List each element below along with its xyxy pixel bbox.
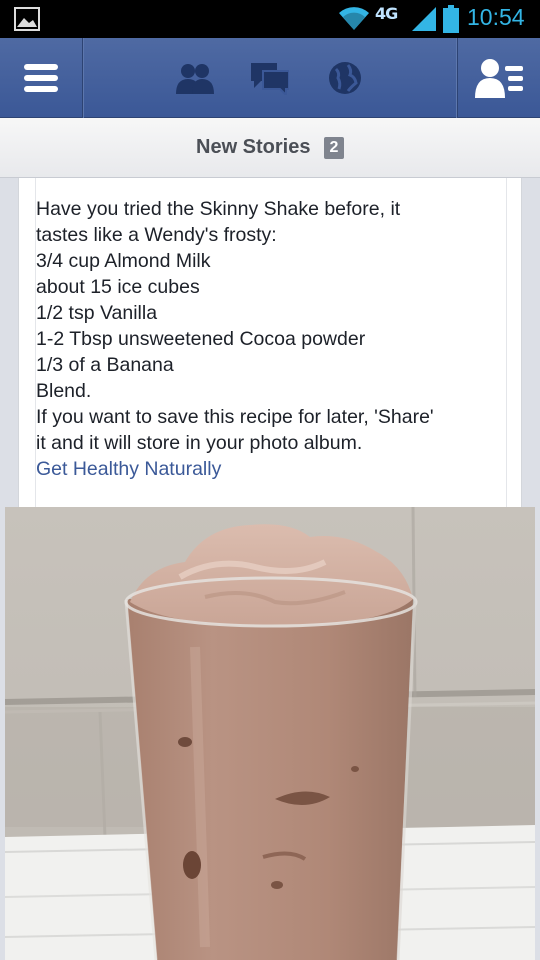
- post-text: Have you tried the Skinny Shake before, …: [36, 196, 496, 482]
- messages-icon[interactable]: [251, 63, 289, 95]
- post-text-line: If you want to save this recipe for late…: [36, 406, 434, 428]
- post-text-line: 3/4 cup Almond Milk: [36, 250, 211, 272]
- top-navigation-bar: [0, 38, 540, 118]
- post-text-line: tastes like a Wendy's frosty:: [36, 224, 277, 246]
- friend-requests-icon[interactable]: [175, 62, 215, 94]
- new-stories-count-badge: 2: [324, 137, 344, 159]
- status-bar: 4G 10:54: [0, 0, 540, 38]
- post-photo[interactable]: [5, 507, 535, 960]
- post-text-line: 1-2 Tbsp unsweetened Cocoa powder: [36, 328, 366, 350]
- post-text-line: it and it will store in your photo album…: [36, 432, 363, 454]
- menu-icon: [24, 64, 58, 92]
- page-link[interactable]: Get Healthy Naturally: [36, 456, 496, 482]
- post-text-line: about 15 ice cubes: [36, 276, 200, 298]
- post-text-line: Blend.: [36, 380, 92, 402]
- friends-list-icon: [475, 59, 523, 98]
- battery-icon: [443, 5, 459, 33]
- network-type-label: 4G: [375, 4, 398, 23]
- new-stories-bar[interactable]: New Stories 2: [0, 118, 540, 178]
- menu-button[interactable]: [0, 38, 83, 118]
- friends-list-button[interactable]: [457, 38, 540, 118]
- post-text-line: 1/2 tsp Vanilla: [36, 302, 158, 324]
- post-text-line: Have you tried the Skinny Shake before, …: [36, 198, 401, 220]
- signal-icon: [412, 7, 436, 31]
- gallery-icon: [14, 7, 40, 31]
- post-text-line: 1/3 of a Banana: [36, 354, 174, 376]
- chocolate-shake-photo: [5, 507, 535, 960]
- wifi-icon: [339, 7, 369, 30]
- clock: 10:54: [467, 4, 525, 30]
- notifications-globe-icon[interactable]: [328, 61, 362, 95]
- new-stories-label: New Stories: [196, 136, 311, 158]
